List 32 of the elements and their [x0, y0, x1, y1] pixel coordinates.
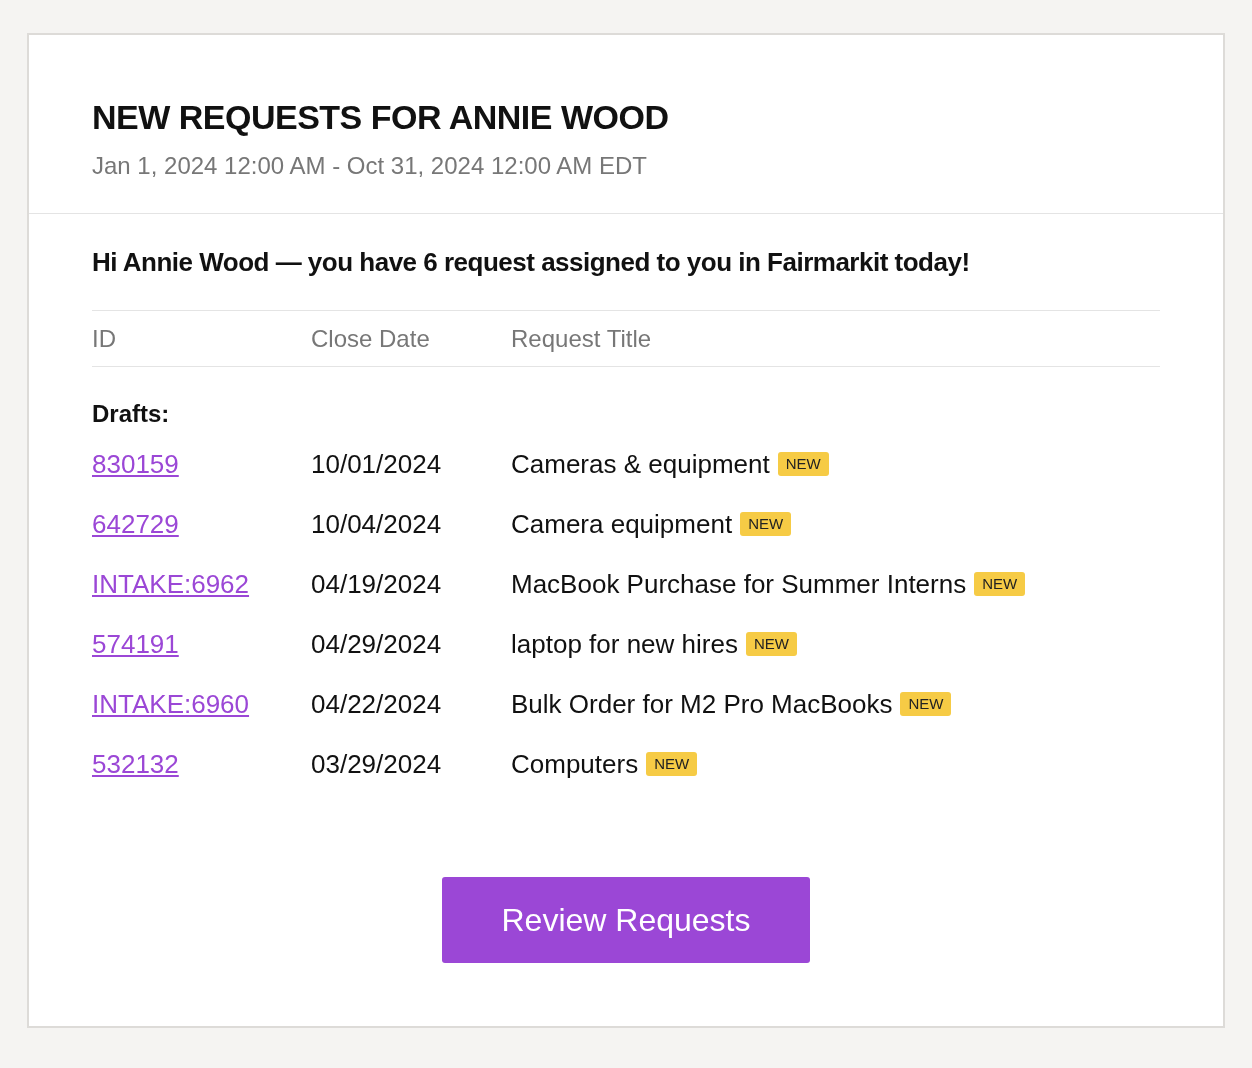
report-title: NEW REQUESTS FOR ANNIE WOOD: [92, 97, 670, 137]
new-badge: NEW: [646, 752, 698, 776]
request-title: Computers: [511, 748, 639, 780]
new-badge: NEW: [745, 632, 797, 656]
close-date: 10/04/2024: [311, 508, 443, 540]
request-id-link[interactable]: 642729: [92, 508, 179, 539]
group-label: Drafts:: [92, 400, 170, 428]
request-id-link[interactable]: INTAKE:6962: [92, 568, 250, 599]
request-title: MacBook Purchase for Summer Interns: [511, 568, 967, 600]
date-range: Jan 1, 2024 12:00 AM - Oct 31, 2024 12:00 AM EDT: [92, 151, 648, 181]
new-badge: NEW: [777, 452, 829, 476]
request-title: Bulk Order for M2 Pro MacBooks: [511, 688, 893, 720]
column-header: Close Date: [311, 324, 431, 353]
column-header: Request Title: [511, 324, 652, 353]
request-title: Camera equipment: [511, 508, 733, 540]
column-header: ID: [92, 324, 117, 353]
close-date: 04/22/2024: [311, 688, 443, 720]
greeting-text: Hi Annie Wood — you have 6 request assigned to you in Fairmarkit today!: [92, 246, 971, 279]
close-date: 10/01/2024: [311, 448, 443, 480]
new-badge: NEW: [900, 692, 952, 716]
new-badge: NEW: [740, 512, 792, 536]
request-title: laptop for new hires: [511, 628, 738, 660]
request-id-link[interactable]: 574191: [92, 628, 179, 659]
review-requests-button[interactable]: Review Requests: [442, 877, 810, 963]
new-badge: NEW: [974, 572, 1026, 596]
request-id-link[interactable]: INTAKE:6960: [92, 688, 250, 719]
close-date: 03/29/2024: [311, 748, 443, 780]
request-title: Cameras & equipment: [511, 448, 770, 480]
request-id-link[interactable]: 830159: [92, 448, 179, 479]
close-date: 04/29/2024: [311, 628, 443, 660]
request-id-link[interactable]: 532132: [92, 748, 179, 779]
close-date: 04/19/2024: [311, 568, 443, 600]
